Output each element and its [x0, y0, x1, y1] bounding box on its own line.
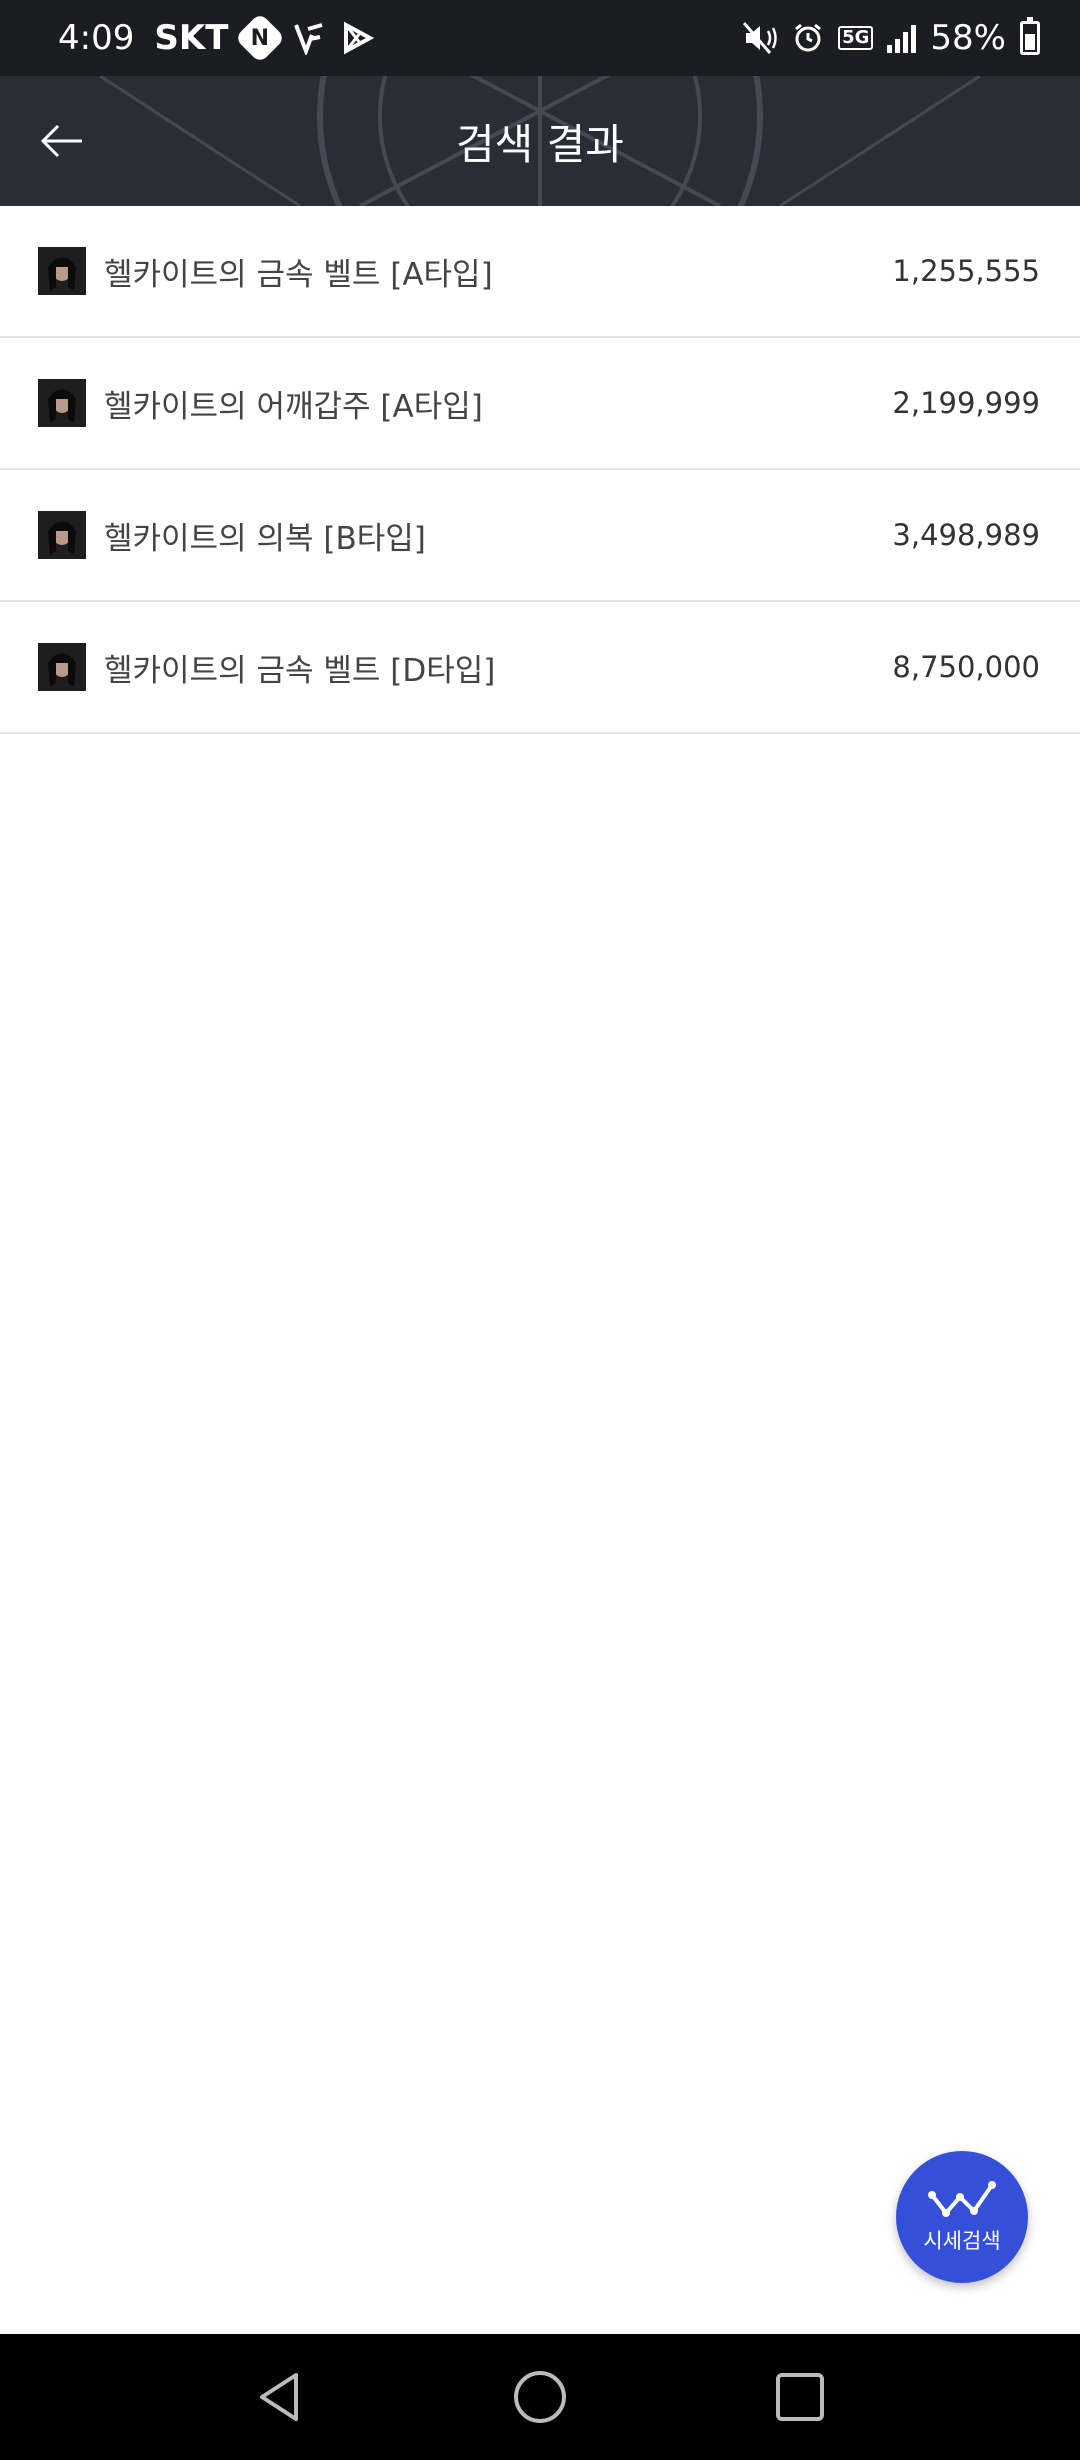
home-circle-icon: [514, 2371, 566, 2423]
price-search-button[interactable]: 시세검색: [896, 2151, 1028, 2283]
item-thumbnail: [38, 379, 86, 427]
battery-percent: 58%: [930, 18, 1006, 58]
naver-icon: N: [234, 12, 286, 64]
item-price: 3,498,989: [892, 518, 1040, 552]
status-bar: 4:09 SKT N 5G 58%: [0, 0, 1080, 76]
nav-recents-button[interactable]: [760, 2357, 840, 2437]
item-thumbnail: [38, 511, 86, 559]
back-triangle-icon: [260, 2373, 298, 2421]
5g-icon: 5G: [838, 26, 874, 50]
v-app-icon: [292, 21, 326, 55]
result-row[interactable]: 헬카이트의 어깨갑주 [A타입] 2,199,999: [0, 338, 1080, 470]
app-header: 검색 결과: [0, 76, 1080, 206]
mute-icon: [742, 21, 778, 55]
status-left: 4:09 SKT N: [58, 12, 375, 64]
battery-icon: [1020, 17, 1040, 55]
item-name: 헬카이트의 금속 벨트 [A타입]: [104, 256, 493, 293]
status-right: 5G 58%: [742, 17, 1040, 58]
signal-icon: [887, 23, 917, 53]
trend-chart-icon: [928, 2181, 996, 2217]
result-list: 헬카이트의 금속 벨트 [A타입] 1,255,555 헬카이트의 어깨갑주 […: [0, 206, 1080, 734]
status-carrier: SKT: [154, 18, 229, 58]
navigation-bar: [0, 2334, 1080, 2460]
result-row[interactable]: 헬카이트의 금속 벨트 [A타입] 1,255,555: [0, 206, 1080, 338]
status-time: 4:09: [58, 18, 135, 58]
item-name: 헬카이트의 어깨갑주 [A타입]: [104, 388, 483, 425]
item-name: 헬카이트의 금속 벨트 [D타입]: [104, 652, 496, 689]
item-name: 헬카이트의 의복 [B타입]: [104, 520, 426, 557]
nav-home-button[interactable]: [500, 2357, 580, 2437]
item-thumbnail: [38, 247, 86, 295]
price-search-label: 시세검색: [923, 2229, 1001, 2253]
page-title: 검색 결과: [456, 119, 624, 169]
result-row[interactable]: 헬카이트의 의복 [B타입] 3,498,989: [0, 470, 1080, 602]
alarm-icon: [792, 22, 824, 54]
recents-square-icon: [776, 2373, 824, 2421]
nav-back-button[interactable]: [240, 2357, 320, 2437]
item-price: 8,750,000: [892, 650, 1040, 684]
item-thumbnail: [38, 643, 86, 691]
play-store-icon: [340, 21, 375, 55]
item-price: 2,199,999: [892, 386, 1040, 420]
item-price: 1,255,555: [892, 254, 1040, 288]
result-row[interactable]: 헬카이트의 금속 벨트 [D타입] 8,750,000: [0, 602, 1080, 734]
